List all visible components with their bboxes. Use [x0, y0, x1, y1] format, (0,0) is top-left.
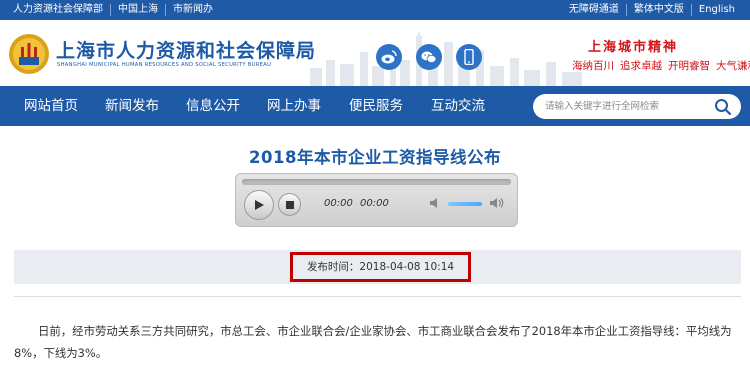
site-subtitle-english: SHANGHAI MUNICIPAL HUMAN RESOURCES AND S… — [57, 62, 272, 68]
audio-player: 00:00 00:00 — [235, 173, 518, 227]
top-right-links: 无障碍通道 繁体中文版 English — [562, 4, 742, 16]
nav-item-public-services[interactable]: 便民服务 — [349, 86, 403, 126]
search-icon[interactable] — [714, 98, 732, 116]
stop-button[interactable] — [278, 193, 301, 216]
site-title[interactable]: 上海市人力资源和社会保障局 — [56, 36, 316, 63]
link-china-shanghai[interactable]: 中国上海 — [111, 4, 166, 16]
city-spirit-items: 海纳百川 追求卓越 开明睿智 大气谦和 — [572, 58, 750, 73]
link-news-office[interactable]: 市新闻办 — [166, 4, 220, 16]
mobile-site-button[interactable] — [456, 44, 482, 70]
nav-item-home[interactable]: 网站首页 — [24, 86, 78, 126]
main-navigation: 网站首页 新闻发布 信息公开 网上办事 便民服务 互动交流 — [0, 86, 750, 126]
link-english[interactable]: English — [692, 4, 742, 16]
wechat-icon — [421, 51, 437, 63]
stop-icon — [285, 200, 294, 209]
top-utility-bar: 人力资源社会保障部 中国上海 市新闻办 无障碍通道 繁体中文版 English — [0, 0, 750, 20]
publish-date: 发布时间：2018-04-08 10:14 — [306, 261, 455, 273]
mute-volume-icon[interactable] — [429, 197, 443, 209]
nav-item-online-services[interactable]: 网上办事 — [267, 86, 321, 126]
wechat-button[interactable] — [416, 44, 442, 70]
play-icon — [255, 200, 264, 210]
link-mohrss[interactable]: 人力资源社会保障部 — [6, 4, 111, 16]
volume-slider[interactable] — [448, 202, 482, 206]
city-spirit-title: 上海城市精神 — [588, 40, 679, 55]
top-left-links: 人力资源社会保障部 中国上海 市新闻办 — [6, 4, 220, 16]
play-button[interactable] — [244, 190, 274, 220]
publish-date-highlight: 发布时间：2018-04-08 10:14 — [290, 252, 471, 282]
spirit-item: 开明睿智 — [668, 60, 710, 72]
nav-item-interaction[interactable]: 互动交流 — [431, 86, 485, 126]
link-accessibility[interactable]: 无障碍通道 — [562, 4, 627, 16]
site-search-box — [533, 94, 741, 119]
current-time: 00:00 — [324, 198, 353, 209]
article-body-paragraph: 日前，经市劳动关系三方共同研究，市总工会、市企业联合会/企业家协会、市工商业联合… — [14, 324, 732, 360]
article-title: 2018年本市企业工资指导线公布 — [249, 148, 501, 167]
site-header: 上海市人力资源和社会保障局 SHANGHAI MUNICIPAL HUMAN R… — [0, 20, 750, 86]
search-input[interactable] — [545, 99, 705, 114]
weibo-button[interactable] — [376, 44, 402, 70]
mobile-phone-icon — [464, 49, 474, 65]
max-volume-icon[interactable] — [489, 197, 505, 209]
city-skyline-image — [310, 30, 582, 86]
spirit-item: 海纳百川 — [572, 60, 614, 72]
content-divider — [14, 296, 741, 297]
bureau-emblem-logo — [9, 34, 49, 74]
nav-item-disclosure[interactable]: 信息公开 — [186, 86, 240, 126]
spirit-item: 追求卓越 — [620, 60, 662, 72]
audio-seek-bar[interactable] — [242, 179, 511, 185]
spirit-item: 大气谦和 — [716, 60, 750, 72]
nav-item-news[interactable]: 新闻发布 — [105, 86, 159, 126]
weibo-icon — [381, 50, 397, 64]
link-traditional-chinese[interactable]: 繁体中文版 — [627, 4, 692, 16]
duration-time: 00:00 — [360, 198, 389, 209]
